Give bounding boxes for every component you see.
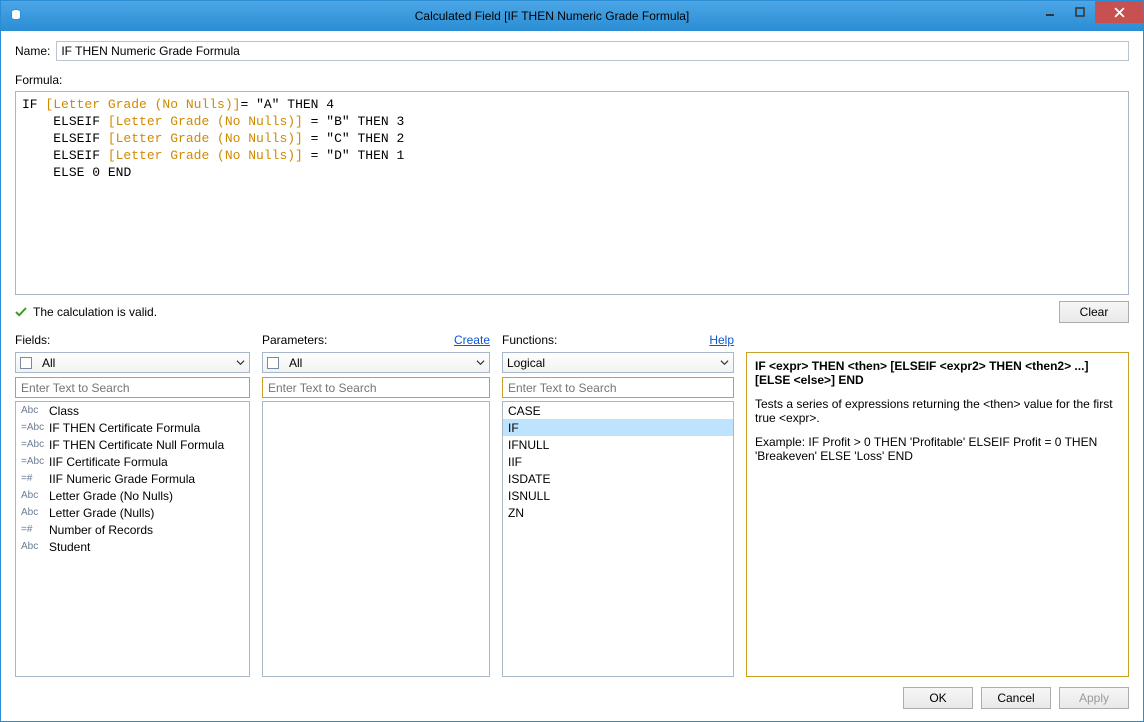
function-item-label: IIF (508, 455, 522, 469)
eabc-type-icon (21, 456, 43, 467)
dialog-window: Calculated Field [IF THEN Numeric Grade … (0, 0, 1144, 722)
functions-search-input[interactable] (502, 377, 734, 398)
fields-listbox[interactable]: Class IF THEN Certificate Formula IF THEN … (15, 401, 250, 677)
help-signature: IF <expr> THEN <then> [ELSEIF <expr2> TH… (755, 359, 1120, 387)
maximize-button[interactable] (1065, 1, 1095, 23)
ehash-type-icon (21, 473, 43, 484)
abc-type-icon (21, 405, 43, 416)
list-item[interactable]: IF THEN Certificate Null Formula (16, 436, 249, 453)
app-icon (9, 8, 25, 24)
formula-editor[interactable]: IF [Letter Grade (No Nulls)]= "A" THEN 4… (15, 91, 1129, 295)
validity-check-icon (15, 306, 27, 318)
ok-button[interactable]: OK (903, 687, 973, 709)
parameters-label: Parameters: (262, 333, 327, 347)
clear-button[interactable]: Clear (1059, 301, 1129, 323)
formula-label: Formula: (15, 73, 1129, 87)
list-item[interactable]: ZN (503, 504, 733, 521)
fields-search-input[interactable] (15, 377, 250, 398)
list-item[interactable]: Student (16, 538, 249, 555)
function-item-label: ZN (508, 506, 524, 520)
checkbox-icon (267, 357, 279, 369)
functions-filter-value: Logical (507, 356, 545, 370)
list-item[interactable]: IIF (503, 453, 733, 470)
functions-listbox[interactable]: CASE IF IFNULL IIF ISDATE ISNULL ZN (502, 401, 734, 677)
function-help-panel: IF <expr> THEN <then> [ELSEIF <expr2> TH… (746, 333, 1129, 677)
list-item[interactable]: Number of Records (16, 521, 249, 538)
functions-filter-combo[interactable]: Logical (502, 352, 734, 373)
list-item[interactable]: ISDATE (503, 470, 733, 487)
function-item-label: ISDATE (508, 472, 550, 486)
abc-type-icon (21, 507, 43, 518)
eabc-type-icon (21, 422, 43, 433)
apply-button[interactable]: Apply (1059, 687, 1129, 709)
fields-panel: Fields: All Class IF THEN Certificate For… (15, 333, 250, 677)
list-item[interactable]: CASE (503, 402, 733, 419)
field-item-label: IIF Numeric Grade Formula (49, 472, 195, 486)
dialog-buttons: OK Cancel Apply (15, 687, 1129, 709)
window-title: Calculated Field [IF THEN Numeric Grade … (31, 9, 1073, 23)
fields-label: Fields: (15, 333, 50, 347)
chevron-down-icon (236, 356, 245, 370)
function-help-text: IF <expr> THEN <then> [ELSEIF <expr2> TH… (746, 352, 1129, 677)
abc-type-icon (21, 541, 43, 552)
chevron-down-icon (476, 356, 485, 370)
function-item-label: IF (508, 421, 519, 435)
name-label: Name: (15, 44, 50, 58)
client-area: Name: Formula: IF [Letter Grade (No Null… (1, 31, 1143, 721)
field-item-label: Letter Grade (No Nulls) (49, 489, 173, 503)
name-row: Name: (15, 41, 1129, 61)
field-item-label: Student (49, 540, 90, 554)
parameters-filter-value: All (289, 356, 302, 370)
functions-help-link[interactable]: Help (709, 333, 734, 347)
fields-filter-value: All (42, 356, 55, 370)
list-item[interactable]: IIF Numeric Grade Formula (16, 470, 249, 487)
list-item[interactable]: IF (503, 419, 733, 436)
name-input[interactable] (56, 41, 1129, 61)
eabc-type-icon (21, 439, 43, 450)
list-item[interactable]: ISNULL (503, 487, 733, 504)
field-item-label: IIF Certificate Formula (49, 455, 168, 469)
function-item-label: CASE (508, 404, 541, 418)
parameters-filter-combo[interactable]: All (262, 352, 490, 373)
chevron-down-icon (720, 356, 729, 370)
parameters-create-link[interactable]: Create (454, 333, 490, 347)
checkbox-icon (20, 357, 32, 369)
window-buttons (1035, 1, 1143, 23)
list-item[interactable]: IIF Certificate Formula (16, 453, 249, 470)
function-item-label: ISNULL (508, 489, 550, 503)
minimize-button[interactable] (1035, 1, 1065, 23)
panels: Fields: All Class IF THEN Certificate For… (15, 333, 1129, 677)
abc-type-icon (21, 490, 43, 501)
parameters-search-input[interactable] (262, 377, 490, 398)
field-item-label: Letter Grade (Nulls) (49, 506, 154, 520)
help-description: Tests a series of expressions returning … (755, 397, 1120, 425)
cancel-button[interactable]: Cancel (981, 687, 1051, 709)
list-item[interactable]: Letter Grade (Nulls) (16, 504, 249, 521)
list-item[interactable]: Class (16, 402, 249, 419)
parameters-panel: Parameters: Create All (262, 333, 490, 677)
close-button[interactable] (1095, 1, 1143, 23)
parameters-listbox[interactable] (262, 401, 490, 677)
function-item-label: IFNULL (508, 438, 549, 452)
status-row: The calculation is valid. Clear (15, 301, 1129, 323)
field-item-label: IF THEN Certificate Null Formula (49, 438, 224, 452)
field-item-label: Class (49, 404, 79, 418)
validity-status-text: The calculation is valid. (33, 305, 157, 319)
list-item[interactable]: Letter Grade (No Nulls) (16, 487, 249, 504)
titlebar[interactable]: Calculated Field [IF THEN Numeric Grade … (1, 1, 1143, 31)
list-item[interactable]: IF THEN Certificate Formula (16, 419, 249, 436)
field-item-label: IF THEN Certificate Formula (49, 421, 200, 435)
help-example: Example: IF Profit > 0 THEN 'Profitable'… (755, 435, 1120, 463)
list-item[interactable]: IFNULL (503, 436, 733, 453)
ehash-type-icon (21, 524, 43, 535)
functions-label: Functions: (502, 333, 557, 347)
functions-panel: Functions: Help Logical CASE IF IFNULL IIF I… (502, 333, 734, 677)
field-item-label: Number of Records (49, 523, 153, 537)
fields-filter-combo[interactable]: All (15, 352, 250, 373)
